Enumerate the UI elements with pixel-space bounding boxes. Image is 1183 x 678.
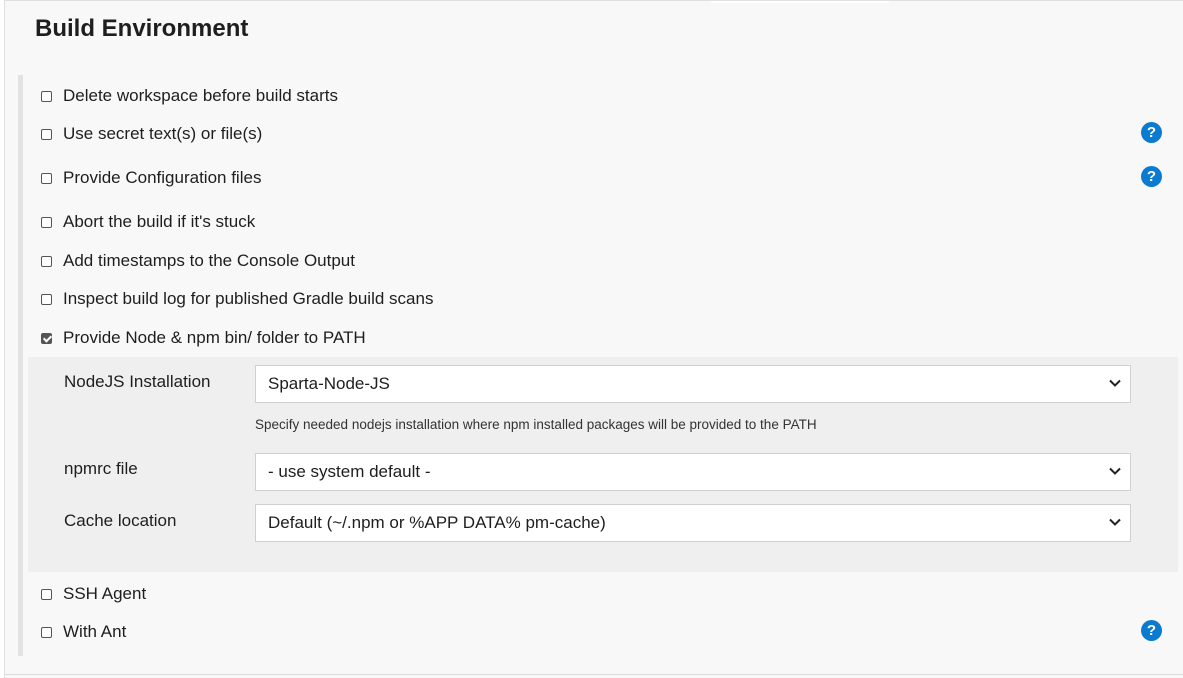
select-value: Sparta-Node-JS — [268, 374, 390, 393]
option-ssh-agent[interactable]: SSH Agent — [41, 581, 146, 607]
top-border-gap — [711, 1, 889, 3]
select-value: Default (~/.npm or %APP DATA% pm-cache) — [268, 513, 606, 532]
section-divider — [5, 674, 1183, 675]
node-config-panel: NodeJS Installation Sparta-Node-JS Speci… — [28, 357, 1178, 572]
select-value: - use system default - — [268, 462, 431, 481]
option-gradle-scans[interactable]: Inspect build log for published Gradle b… — [41, 286, 433, 312]
option-label: SSH Agent — [63, 584, 147, 603]
checkbox[interactable] — [41, 626, 52, 638]
npmrc-file-label: npmrc file — [64, 459, 138, 478]
option-label: Inspect build log for published Gradle b… — [63, 289, 434, 308]
cache-location-label: Cache location — [64, 511, 177, 530]
option-abort-stuck[interactable]: Abort the build if it's stuck — [41, 209, 255, 235]
option-secret-text[interactable]: Use secret text(s) or file(s) — [41, 121, 262, 147]
option-label: Delete workspace before build starts — [63, 86, 338, 105]
nodejs-installation-label: NodeJS Installation — [64, 372, 211, 391]
checkbox[interactable] — [41, 128, 52, 140]
chevron-down-icon — [1109, 379, 1121, 387]
chevron-down-icon — [1109, 467, 1121, 475]
nodejs-installation-select[interactable]: Sparta-Node-JS — [255, 365, 1131, 403]
option-delete-workspace[interactable]: Delete workspace before build starts — [41, 83, 338, 109]
checkbox-checked[interactable] — [41, 332, 52, 344]
help-icon[interactable]: ? — [1141, 122, 1162, 143]
option-label: Provide Node & npm bin/ folder to PATH — [63, 328, 366, 347]
option-config-files[interactable]: Provide Configuration files — [41, 165, 261, 191]
option-label: Add timestamps to the Console Output — [63, 251, 355, 270]
option-node-npm-path[interactable]: Provide Node & npm bin/ folder to PATH — [41, 325, 366, 351]
checkbox[interactable] — [41, 172, 52, 184]
option-label: Abort the build if it's stuck — [63, 212, 256, 231]
help-icon[interactable]: ? — [1141, 620, 1162, 641]
checkbox[interactable] — [41, 90, 52, 102]
chevron-down-icon — [1109, 518, 1121, 526]
option-label: With Ant — [63, 622, 127, 641]
checkbox[interactable] — [41, 216, 52, 228]
checkbox[interactable] — [41, 588, 52, 600]
option-with-ant[interactable]: With Ant — [41, 619, 126, 645]
npmrc-file-select[interactable]: - use system default - — [255, 453, 1131, 491]
option-timestamps[interactable]: Add timestamps to the Console Output — [41, 248, 355, 274]
checkbox[interactable] — [41, 293, 52, 305]
option-label: Provide Configuration files — [63, 168, 262, 187]
build-environment-page: Build Environment Delete workspace befor… — [4, 0, 1183, 678]
cache-location-select[interactable]: Default (~/.npm or %APP DATA% pm-cache) — [255, 504, 1131, 542]
help-icon[interactable]: ? — [1141, 166, 1162, 187]
option-label: Use secret text(s) or file(s) — [63, 124, 263, 143]
section-title: Build Environment — [35, 15, 249, 42]
build-environment-section: Delete workspace before build starts Use… — [18, 75, 1178, 656]
nodejs-installation-hint: Specify needed nodejs installation where… — [255, 417, 817, 432]
checkbox[interactable] — [41, 255, 52, 267]
